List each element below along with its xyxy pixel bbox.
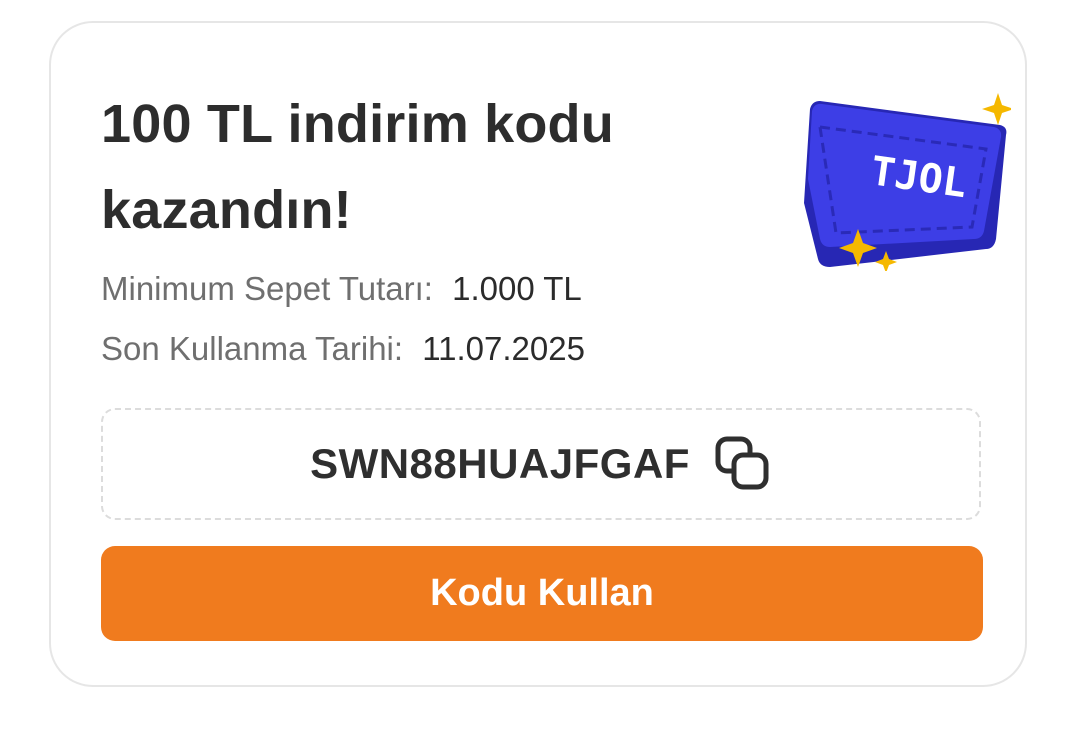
reward-card: 100 TL indirim kodu kazandın! TJOL Minim… <box>49 21 1028 687</box>
min-basket-row: Minimum Sepet Tutarı: 1.000 TL <box>101 269 582 309</box>
copy-icon[interactable] <box>714 435 772 493</box>
expiry-label: Son Kullanma Tarihi: <box>101 330 404 367</box>
discount-code[interactable]: SWN88HUAJFGAF <box>310 440 690 488</box>
discount-code-box[interactable]: SWN88HUAJFGAF <box>101 408 981 520</box>
min-basket-label: Minimum Sepet Tutarı: <box>101 270 433 307</box>
expiry-value: 11.07.2025 <box>422 330 585 367</box>
use-code-button[interactable]: Kodu Kullan <box>101 546 983 641</box>
reward-title: 100 TL indirim kodu kazandın! <box>101 94 614 240</box>
coupon-ticket-icon: TJOL <box>786 71 1028 273</box>
min-basket-value: 1.000 TL <box>452 270 582 307</box>
expiry-row: Son Kullanma Tarihi: 11.07.2025 <box>101 329 585 369</box>
